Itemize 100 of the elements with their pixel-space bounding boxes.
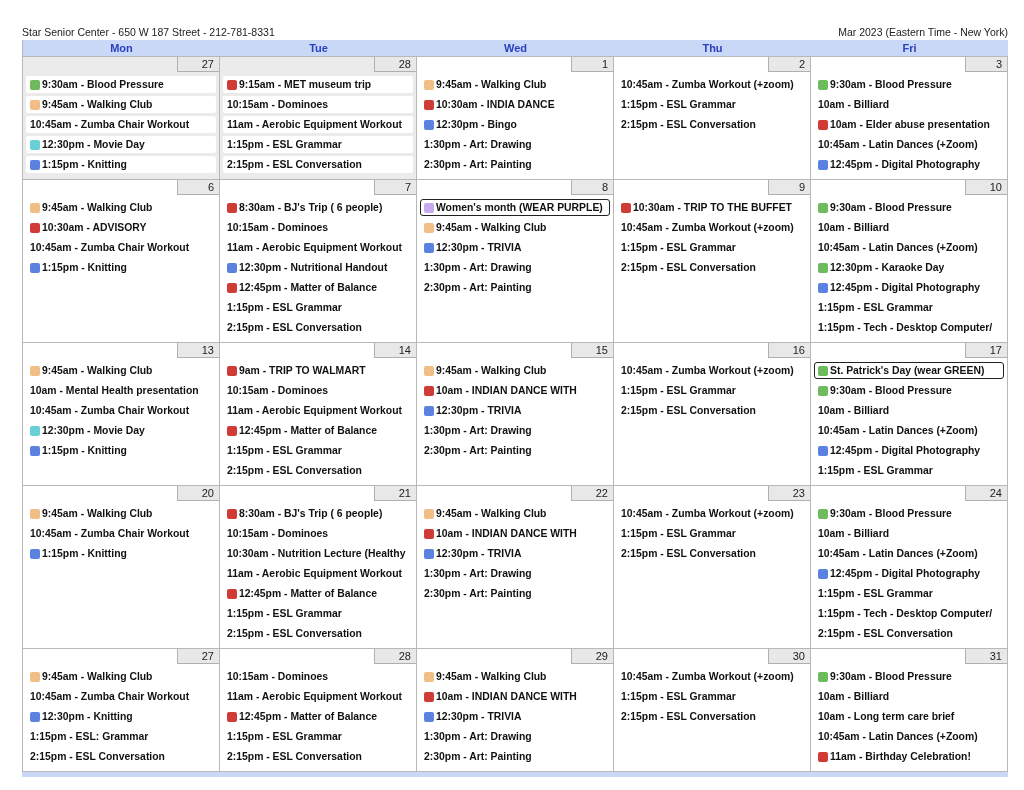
calendar-event[interactable]: 2:15pm - ESL Conversation xyxy=(223,462,413,479)
calendar-event[interactable]: 1:15pm - ESL Grammar xyxy=(223,728,413,745)
calendar-event[interactable]: 1:15pm - ESL Grammar xyxy=(814,462,1004,479)
calendar-event[interactable]: 10:45am - Zumba Workout (+zoom) xyxy=(617,668,807,685)
calendar-event[interactable]: 2:15pm - ESL Conversation xyxy=(223,625,413,642)
calendar-event[interactable]: 12:30pm - Knitting xyxy=(26,708,216,725)
calendar-event[interactable]: 1:15pm - Tech - Desktop Computer/ xyxy=(814,605,1004,622)
date-number[interactable]: 20 xyxy=(177,486,219,501)
calendar-event[interactable]: 9:15am - MET museum trip xyxy=(223,76,413,93)
calendar-event[interactable]: 9:30am - Blood Pressure xyxy=(814,505,1004,522)
calendar-event[interactable]: 10:45am - Latin Dances (+Zoom) xyxy=(814,239,1004,256)
date-number[interactable]: 15 xyxy=(571,343,613,358)
calendar-event[interactable]: 9am - TRIP TO WALMART xyxy=(223,362,413,379)
calendar-event[interactable]: 12:30pm - TRIVIA xyxy=(420,402,610,419)
calendar-event[interactable]: 9:45am - Walking Club xyxy=(420,76,610,93)
calendar-event[interactable]: 10:15am - Dominoes xyxy=(223,668,413,685)
calendar-event[interactable]: 10:45am - Zumba Chair Workout xyxy=(26,402,216,419)
calendar-event[interactable]: 1:15pm - ESL Grammar xyxy=(814,299,1004,316)
calendar-event[interactable]: 10:45am - Zumba Chair Workout xyxy=(26,239,216,256)
calendar-event[interactable]: 12:30pm - Movie Day xyxy=(26,136,216,153)
date-number[interactable]: 7 xyxy=(374,180,416,195)
date-number[interactable]: 9 xyxy=(768,180,810,195)
calendar-event[interactable]: 10am - Billiard xyxy=(814,96,1004,113)
calendar-event[interactable]: 2:15pm - ESL Conversation xyxy=(617,402,807,419)
calendar-event[interactable]: 9:30am - Blood Pressure xyxy=(814,382,1004,399)
calendar-event[interactable]: 12:45pm - Matter of Balance xyxy=(223,279,413,296)
calendar-event[interactable]: 12:30pm - Bingo xyxy=(420,116,610,133)
date-number[interactable]: 8 xyxy=(571,180,613,195)
calendar-event[interactable]: 10am - INDIAN DANCE WITH xyxy=(420,688,610,705)
calendar-event[interactable]: 1:30pm - Art: Drawing xyxy=(420,422,610,439)
calendar-event[interactable]: 2:15pm - ESL Conversation xyxy=(223,748,413,765)
calendar-event[interactable]: 10:15am - Dominoes xyxy=(223,96,413,113)
calendar-event[interactable]: 10:45am - Zumba Workout (+zoom) xyxy=(617,505,807,522)
calendar-event[interactable]: 1:15pm - Knitting xyxy=(26,156,216,173)
date-number[interactable]: 3 xyxy=(965,57,1007,72)
calendar-event[interactable]: 9:45am - Walking Club xyxy=(420,362,610,379)
date-number[interactable]: 17 xyxy=(965,343,1007,358)
calendar-event[interactable]: 1:15pm - ESL Grammar xyxy=(617,239,807,256)
calendar-event[interactable]: 9:30am - Blood Pressure xyxy=(814,76,1004,93)
date-number[interactable]: 27 xyxy=(177,649,219,664)
calendar-event[interactable]: 11am - Aerobic Equipment Workout xyxy=(223,402,413,419)
calendar-event[interactable]: 12:30pm - TRIVIA xyxy=(420,545,610,562)
calendar-event[interactable]: 8:30am - BJ's Trip ( 6 people) xyxy=(223,199,413,216)
calendar-event[interactable]: 9:45am - Walking Club xyxy=(420,668,610,685)
calendar-event[interactable]: 12:45pm - Matter of Balance xyxy=(223,708,413,725)
calendar-event[interactable]: 1:30pm - Art: Drawing xyxy=(420,136,610,153)
calendar-event[interactable]: 10:30am - Nutrition Lecture (Healthy xyxy=(223,545,413,562)
date-number[interactable]: 2 xyxy=(768,57,810,72)
calendar-event[interactable]: 10am - Elder abuse presentation xyxy=(814,116,1004,133)
calendar-event[interactable]: 1:30pm - Art: Drawing xyxy=(420,728,610,745)
calendar-event[interactable]: 10:45am - Zumba Chair Workout xyxy=(26,525,216,542)
calendar-event[interactable]: 9:30am - Blood Pressure xyxy=(26,76,216,93)
date-number[interactable]: 31 xyxy=(965,649,1007,664)
calendar-event[interactable]: 2:15pm - ESL Conversation xyxy=(617,116,807,133)
calendar-event[interactable]: 10:30am - TRIP TO THE BUFFET xyxy=(617,199,807,216)
calendar-event[interactable]: 10:15am - Dominoes xyxy=(223,219,413,236)
calendar-event[interactable]: 11am - Aerobic Equipment Workout xyxy=(223,688,413,705)
calendar-event[interactable]: 10am - Long term care brief xyxy=(814,708,1004,725)
calendar-event[interactable]: 12:30pm - Movie Day xyxy=(26,422,216,439)
calendar-event[interactable]: 2:30pm - Art: Painting xyxy=(420,748,610,765)
calendar-event[interactable]: 12:45pm - Digital Photography xyxy=(814,442,1004,459)
calendar-event[interactable]: 12:45pm - Digital Photography xyxy=(814,279,1004,296)
calendar-event[interactable]: 9:45am - Walking Club xyxy=(26,668,216,685)
calendar-event[interactable]: 9:45am - Walking Club xyxy=(26,199,216,216)
date-number[interactable]: 1 xyxy=(571,57,613,72)
calendar-event[interactable]: 10:45am - Latin Dances (+Zoom) xyxy=(814,136,1004,153)
date-number[interactable]: 16 xyxy=(768,343,810,358)
calendar-event[interactable]: 1:15pm - Knitting xyxy=(26,545,216,562)
calendar-event[interactable]: 9:45am - Walking Club xyxy=(26,505,216,522)
calendar-event[interactable]: 10am - Billiard xyxy=(814,688,1004,705)
all-day-event[interactable]: St. Patrick's Day (wear GREEN) xyxy=(814,362,1004,379)
date-number[interactable]: 28 xyxy=(374,649,416,664)
calendar-event[interactable]: 10:45am - Zumba Workout (+zoom) xyxy=(617,76,807,93)
calendar-event[interactable]: 10am - INDIAN DANCE WITH xyxy=(420,525,610,542)
calendar-event[interactable]: 1:15pm - ESL Grammar xyxy=(223,442,413,459)
calendar-event[interactable]: 12:30pm - TRIVIA xyxy=(420,239,610,256)
calendar-event[interactable]: 10:30am - ADVISORY xyxy=(26,219,216,236)
calendar-event[interactable]: 10:45am - Zumba Workout (+zoom) xyxy=(617,362,807,379)
calendar-event[interactable]: 9:30am - Blood Pressure xyxy=(814,199,1004,216)
calendar-event[interactable]: 1:15pm - ESL Grammar xyxy=(814,585,1004,602)
calendar-event[interactable]: 1:15pm - Tech - Desktop Computer/ xyxy=(814,319,1004,336)
calendar-event[interactable]: 11am - Aerobic Equipment Workout xyxy=(223,565,413,582)
calendar-event[interactable]: 2:30pm - Art: Painting xyxy=(420,279,610,296)
calendar-event[interactable]: 10:45am - Zumba Workout (+zoom) xyxy=(617,219,807,236)
calendar-event[interactable]: 10:45am - Zumba Chair Workout xyxy=(26,688,216,705)
calendar-event[interactable]: 9:30am - Blood Pressure xyxy=(814,668,1004,685)
calendar-event[interactable]: 1:15pm - ESL Grammar xyxy=(617,525,807,542)
calendar-event[interactable]: 12:45pm - Matter of Balance xyxy=(223,422,413,439)
calendar-event[interactable]: 10am - Billiard xyxy=(814,525,1004,542)
calendar-event[interactable]: 10:15am - Dominoes xyxy=(223,382,413,399)
calendar-event[interactable]: 12:30pm - Karaoke Day xyxy=(814,259,1004,276)
date-number[interactable]: 6 xyxy=(177,180,219,195)
calendar-event[interactable]: 2:15pm - ESL Conversation xyxy=(26,748,216,765)
calendar-event[interactable]: 2:15pm - ESL Conversation xyxy=(617,708,807,725)
calendar-event[interactable]: 2:15pm - ESL Conversation xyxy=(223,319,413,336)
date-number[interactable]: 21 xyxy=(374,486,416,501)
calendar-event[interactable]: 12:30pm - TRIVIA xyxy=(420,708,610,725)
calendar-event[interactable]: 10am - Billiard xyxy=(814,219,1004,236)
calendar-event[interactable]: 2:15pm - ESL Conversation xyxy=(617,259,807,276)
all-day-event[interactable]: Women's month (WEAR PURPLE) xyxy=(420,199,610,216)
